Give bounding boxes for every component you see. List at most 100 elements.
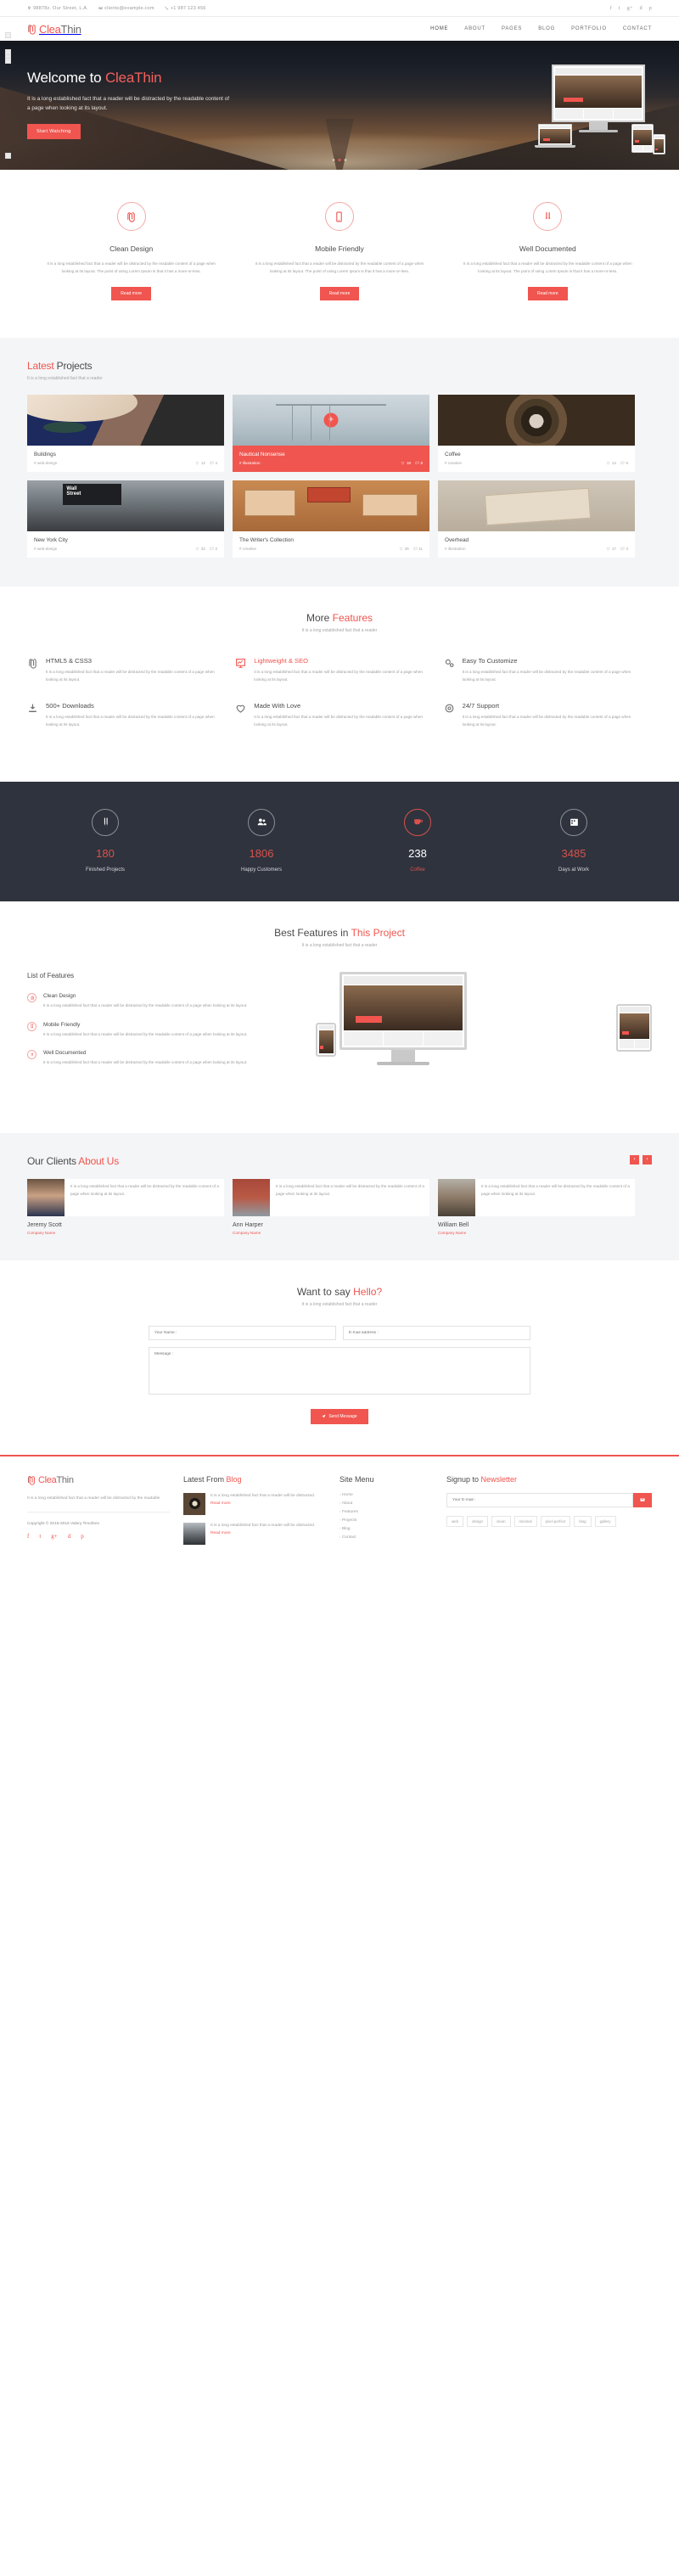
footer-menu-item-about[interactable]: About <box>340 1501 433 1506</box>
clients-next-button[interactable]: › <box>643 1154 652 1165</box>
blog-thumbnail <box>183 1492 205 1515</box>
project-card[interactable]: Coffee # creative 14 6 <box>438 394 635 472</box>
project-tag: # illustration <box>239 460 261 465</box>
counter-coffee: 238 Coffee <box>340 808 496 873</box>
tag-item[interactable]: gallery <box>594 1515 616 1527</box>
send-message-button[interactable]: Send Message <box>311 1408 368 1424</box>
project-tag: # web-design <box>34 546 58 551</box>
twitter-icon[interactable]: t <box>619 6 620 11</box>
nav-item-pages[interactable]: PAGES <box>502 26 522 31</box>
hero-dot-2[interactable] <box>338 159 341 161</box>
project-card[interactable]: New York City # web-design 32 2 <box>27 480 224 558</box>
feature-title: 24/7 Support <box>462 702 500 710</box>
phone-text: +1 987 123 456 <box>170 5 206 11</box>
side-nav-dot[interactable] <box>5 153 11 159</box>
nav-menu: HOME ABOUT PAGES BLOG PORTFOLIO CONTACT <box>430 26 652 31</box>
tag-item[interactable]: web <box>446 1515 464 1527</box>
footer-menu-item-projects[interactable]: Projects <box>340 1518 433 1523</box>
tag-item[interactable]: pixel perfect <box>540 1515 571 1527</box>
support-icon <box>445 704 453 713</box>
footer-brand-part-2: Thin <box>56 1474 74 1485</box>
google-plus-icon[interactable]: g+ <box>51 1533 57 1540</box>
best-feature-item: Clean Design It is a long established fac… <box>27 992 299 1010</box>
feature-item-downloads: 500+ Downloads It is a long established f… <box>27 702 235 747</box>
phone-item[interactable]: +1 987 123 456 <box>165 6 206 11</box>
google-plus-icon[interactable]: g+ <box>627 6 633 11</box>
project-title: Buildings <box>34 451 56 457</box>
service-icon-wrap <box>533 202 563 231</box>
plus-icon[interactable]: + <box>323 412 339 428</box>
hero-dot-3[interactable] <box>344 159 347 161</box>
counter-days-at-work: 3485 Days at Work <box>496 808 652 873</box>
service-text: It is a long established fact that a rea… <box>463 261 632 273</box>
read-more-button[interactable]: Read more <box>319 286 360 300</box>
hero-dot-1[interactable] <box>332 159 335 161</box>
footer-menu-item-contact[interactable]: Contact <box>340 1535 433 1540</box>
start-watching-button[interactable]: Start Watching <box>27 124 81 140</box>
service-title: Mobile Friendly <box>315 244 364 253</box>
testimonial-name: Ann Harper <box>233 1221 263 1228</box>
feature-text: It is a long established fact that a rea… <box>46 669 215 682</box>
footer-newsletter-title: Signup to Newsletter <box>446 1475 652 1484</box>
clients-title-accent: About Us <box>78 1154 120 1167</box>
nav-item-about[interactable]: ABOUT <box>464 26 485 31</box>
footer-blog-title: Latest From Blog <box>183 1475 326 1484</box>
project-stats: 18 8 <box>401 461 423 465</box>
dribbble-icon[interactable]: d <box>640 6 643 11</box>
project-card[interactable]: The Writer's Collection # creative 29 11 <box>233 480 429 558</box>
feature-text: It is a long established fact that a rea… <box>254 715 423 727</box>
project-thumbnail <box>233 480 429 531</box>
blog-read-more-link[interactable]: Read more <box>210 1531 315 1535</box>
side-nav-dot[interactable] <box>5 32 11 38</box>
footer-blog-item[interactable]: It is a long established fact that a rea… <box>183 1492 326 1515</box>
name-input[interactable] <box>149 1325 336 1340</box>
footer-menu-item-home[interactable]: Home <box>340 1493 433 1497</box>
facebook-icon[interactable]: f <box>27 1533 29 1540</box>
comments-stat: 2 <box>210 547 217 551</box>
nav-item-contact[interactable]: CONTACT <box>623 26 652 31</box>
tag-item[interactable]: blog <box>574 1515 592 1527</box>
nav-item-portfolio[interactable]: PORTFOLIO <box>571 26 607 31</box>
email-item[interactable]: clients@example.com <box>98 6 154 11</box>
footer-about-text: It is a long established fact that a rea… <box>27 1496 160 1501</box>
gears-icon <box>445 659 454 667</box>
footer-logo[interactable]: CleaThin <box>27 1475 170 1485</box>
service-text: It is a long established fact that a rea… <box>47 261 216 273</box>
list-of-features-title: List of Features <box>27 971 75 979</box>
tag-item[interactable]: clean <box>491 1515 511 1527</box>
clients-prev-button[interactable]: ‹ <box>630 1154 639 1165</box>
project-card[interactable]: Overhead # illustration 17 3 <box>438 480 635 558</box>
blog-read-more-link[interactable]: Read more <box>210 1501 315 1506</box>
newsletter-submit-button[interactable] <box>633 1492 652 1507</box>
message-textarea[interactable] <box>149 1346 530 1395</box>
nav-item-blog[interactable]: BLOG <box>538 26 555 31</box>
twitter-icon[interactable]: t <box>39 1533 41 1540</box>
list-of-features: List of Features Clean Design It is a lon… <box>27 972 299 1079</box>
footer-blog-item[interactable]: It is a long established fact that a rea… <box>183 1522 326 1545</box>
project-card[interactable]: + Nautical Nonsense # illustration 18 8 <box>233 394 429 472</box>
footer-menu-item-blog[interactable]: Blog <box>340 1527 433 1531</box>
dribbble-icon[interactable]: d <box>68 1533 71 1540</box>
likes-stat: 29 <box>399 547 409 551</box>
hero-title: Welcome to CleaThin <box>27 70 341 87</box>
newsletter-email-input[interactable] <box>446 1492 633 1507</box>
facebook-icon[interactable]: f <box>610 6 612 11</box>
tag-item[interactable]: design <box>467 1515 489 1527</box>
read-more-button[interactable]: Read more <box>527 286 568 300</box>
pinterest-icon[interactable]: p <box>81 1533 84 1540</box>
feature-text: It is a long established fact that a rea… <box>462 669 631 682</box>
site-logo[interactable]: CleaThin <box>27 23 81 36</box>
brand-text: CleaThin <box>39 23 81 36</box>
project-card[interactable]: Buildings # web-design 12 4 <box>27 394 224 472</box>
blog-thumbnail <box>183 1522 205 1545</box>
email-input[interactable] <box>343 1325 530 1340</box>
tag-item[interactable]: minimal <box>513 1515 537 1527</box>
footer-menu-item-features[interactable]: Features <box>340 1510 433 1514</box>
features-heading: More Features It is a long established f… <box>27 612 652 633</box>
testimonial-company: Company Name <box>438 1230 467 1235</box>
pinterest-icon[interactable]: p <box>649 6 652 11</box>
read-more-button[interactable]: Read more <box>111 286 152 300</box>
heart-icon <box>401 462 405 465</box>
projects-title-plain: Projects <box>53 359 93 372</box>
nav-item-home[interactable]: HOME <box>430 26 448 31</box>
